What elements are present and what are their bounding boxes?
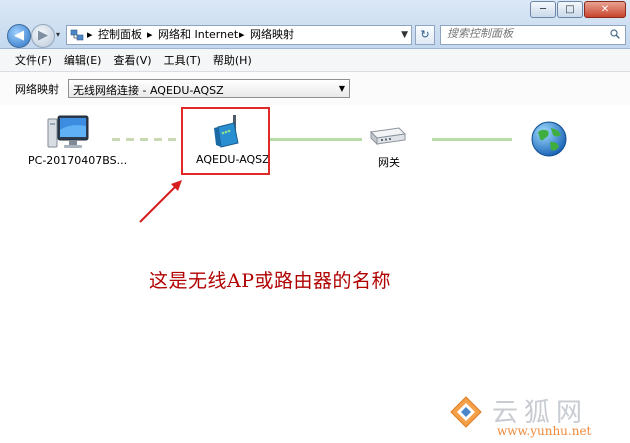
yunhu-logo-icon bbox=[450, 396, 482, 428]
breadcrumb-separator: ▸ bbox=[239, 28, 245, 41]
forward-button[interactable]: ▶ bbox=[31, 24, 55, 48]
search-icon[interactable] bbox=[610, 29, 620, 39]
address-dropdown-icon[interactable]: ▼ bbox=[401, 27, 408, 43]
gateway-label: 网关 bbox=[378, 156, 400, 169]
router-highlight-box bbox=[181, 107, 270, 175]
annotation-arrow bbox=[139, 180, 182, 223]
wired-link-router-gateway bbox=[270, 138, 362, 141]
menu-bar: 文件(F) 编辑(E) 查看(V) 工具(T) 帮助(H) bbox=[0, 49, 630, 72]
internet-globe-icon[interactable] bbox=[530, 120, 568, 158]
computer-icon[interactable] bbox=[46, 113, 90, 153]
network-map-label: 网络映射 bbox=[15, 83, 59, 96]
wireless-link bbox=[112, 138, 182, 141]
network-map-toolbar: 网络映射 无线网络连接 - AQEDU-AQSZ ▼ bbox=[0, 72, 630, 105]
computer-label: PC-20170407BS... bbox=[28, 154, 128, 167]
watermark-url: www.yunhu.net bbox=[497, 424, 592, 438]
menu-edit[interactable]: 编辑(E) bbox=[58, 52, 108, 68]
connection-select[interactable]: 无线网络连接 - AQEDU-AQSZ ▼ bbox=[68, 79, 350, 98]
connection-select-value: 无线网络连接 - AQEDU-AQSZ bbox=[73, 84, 224, 97]
minimize-button[interactable]: ─ bbox=[530, 1, 556, 18]
maximize-button[interactable]: □ bbox=[557, 1, 583, 18]
search-input[interactable] bbox=[447, 27, 597, 40]
breadcrumb-network-map[interactable]: 网络映射 bbox=[250, 28, 294, 42]
close-button[interactable]: ✕ bbox=[584, 1, 626, 18]
annotation-text: 这是无线AP或路由器的名称 bbox=[149, 270, 392, 292]
title-bar: ─ □ ✕ ◀ ▶ ▾ ▸ 控制面板 ▸ 网络和 Internet ▸ 网络映射… bbox=[0, 0, 630, 49]
menu-tools[interactable]: 工具(T) bbox=[158, 52, 207, 68]
breadcrumb-control-panel[interactable]: 控制面板 bbox=[98, 28, 142, 42]
window-controls: ─ □ ✕ bbox=[530, 1, 626, 18]
history-dropdown[interactable]: ▾ bbox=[56, 30, 60, 39]
menu-view[interactable]: 查看(V) bbox=[107, 52, 157, 68]
search-box[interactable] bbox=[440, 25, 626, 45]
gateway-icon[interactable] bbox=[369, 124, 407, 146]
refresh-button[interactable]: ↻ bbox=[415, 25, 435, 45]
breadcrumb-separator: ▸ bbox=[87, 28, 93, 41]
breadcrumb-network-internet[interactable]: 网络和 Internet bbox=[158, 28, 238, 42]
breadcrumb-separator: ▸ bbox=[147, 28, 153, 41]
back-button[interactable]: ◀ bbox=[7, 24, 31, 48]
menu-file[interactable]: 文件(F) bbox=[9, 52, 58, 68]
chevron-down-icon[interactable]: ▼ bbox=[339, 82, 345, 95]
network-folder-icon bbox=[70, 29, 84, 41]
menu-help[interactable]: 帮助(H) bbox=[207, 52, 258, 68]
address-bar[interactable]: ▸ 控制面板 ▸ 网络和 Internet ▸ 网络映射 ▼ bbox=[66, 25, 412, 45]
wired-link-gateway-internet bbox=[432, 138, 512, 141]
